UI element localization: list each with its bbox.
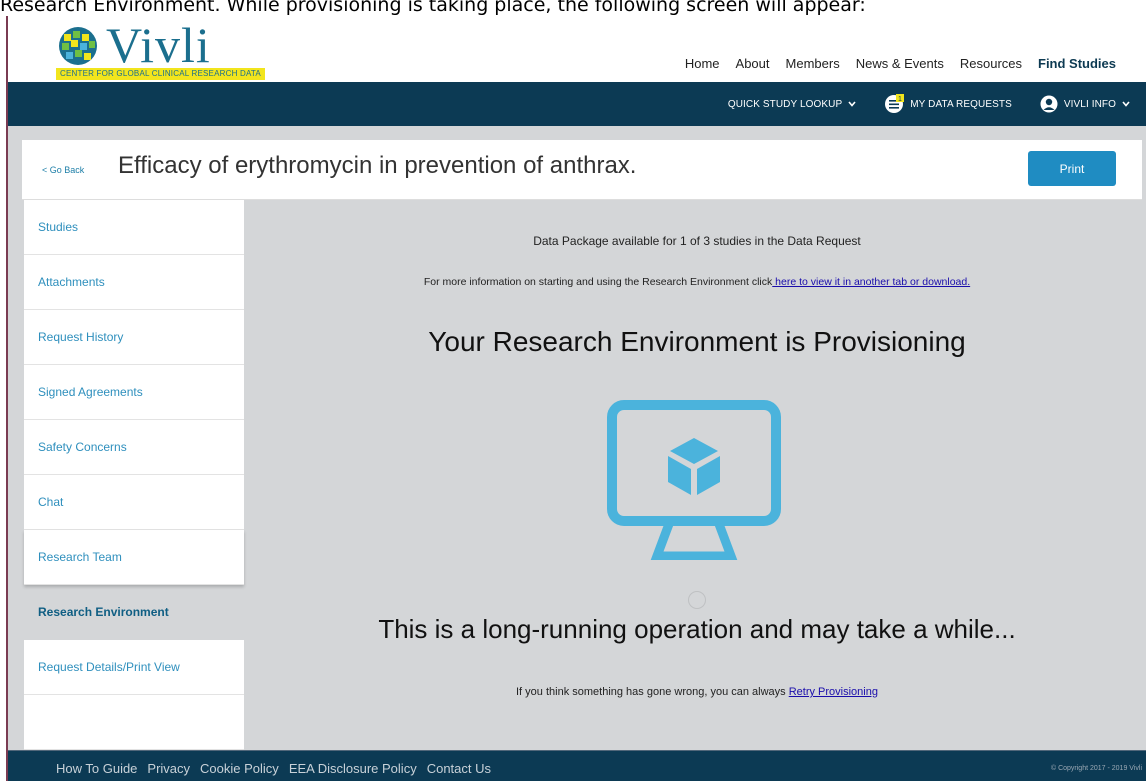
header: Vivli CENTER FOR GLOBAL CLINICAL RESEARC…: [8, 16, 1146, 82]
nav-about[interactable]: About: [736, 56, 770, 71]
footer-link-cookie-policy[interactable]: Cookie Policy: [200, 761, 279, 776]
sidebar-item-chat[interactable]: Chat: [24, 475, 244, 530]
retry-provisioning-link[interactable]: Retry Provisioning: [789, 686, 878, 698]
print-button[interactable]: Print: [1028, 151, 1116, 186]
data-package-availability: Data Package available for 1 of 3 studie…: [533, 234, 861, 248]
monitor-cube-icon: [607, 400, 781, 560]
footer: How To Guide Privacy Cookie Policy EEA D…: [8, 750, 1146, 781]
view-guide-link[interactable]: here to view it in another tab or downlo…: [772, 276, 970, 288]
request-sidebar: Studies Attachments Request History Sign…: [24, 200, 244, 750]
footer-link-how-to-guide[interactable]: How To Guide: [56, 761, 137, 776]
requests-badge: 1: [898, 96, 902, 103]
my-data-requests-label: MY DATA REQUESTS: [910, 98, 1012, 110]
document-caption: Research Environment. While provisioning…: [0, 0, 866, 16]
nav-home[interactable]: Home: [685, 56, 720, 71]
quick-lookup-label: QUICK STUDY LOOKUP: [727, 98, 843, 110]
sidebar-item-research-environment[interactable]: Research Environment: [24, 585, 244, 640]
logo-tagline: CENTER FOR GLOBAL CLINICAL RESEARCH DATA: [56, 68, 265, 80]
chevron-down-icon: [1122, 101, 1130, 107]
nav-resources[interactable]: Resources: [960, 56, 1022, 71]
data-requests-icon: 1: [885, 94, 905, 113]
user-avatar-icon: [1040, 95, 1058, 113]
request-title-bar: < Go Back Efficacy of erythromycin in pr…: [22, 140, 1142, 200]
retry-prompt: If you think something has gone wrong, y…: [246, 686, 1146, 698]
chevron-down-icon: [848, 101, 856, 107]
page-title: Efficacy of erythromycin in prevention o…: [118, 152, 637, 179]
sidebar-item-request-details[interactable]: Request Details/Print View: [24, 640, 244, 695]
info-text: For more information on starting and usi…: [423, 276, 773, 288]
long-running-notice: This is a long-running operation and may…: [378, 614, 1016, 644]
footer-link-privacy[interactable]: Privacy: [147, 761, 190, 776]
sidebar-item-attachments[interactable]: Attachments: [24, 255, 244, 310]
sidebar-item-studies[interactable]: Studies: [24, 200, 244, 255]
nav-news-events[interactable]: News & Events: [856, 56, 944, 71]
browser-viewport: Vivli CENTER FOR GLOBAL CLINICAL RESEARC…: [6, 16, 1146, 781]
nav-members[interactable]: Members: [786, 56, 840, 71]
copyright-notice: © Copyright 2017 - 2019 Vivli: [1050, 765, 1142, 772]
sidebar-item-safety-concerns[interactable]: Safety Concerns: [24, 420, 244, 475]
go-back-link[interactable]: < Go Back: [42, 165, 84, 175]
sidebar-item-signed-agreements[interactable]: Signed Agreements: [24, 365, 244, 420]
research-environment-panel: Data Package available for 1 of 3 studie…: [246, 200, 1146, 720]
globe-logo-icon: [59, 27, 97, 65]
quick-study-lookup-dropdown[interactable]: QUICK STUDY LOOKUP: [728, 99, 856, 110]
secondary-nav: QUICK STUDY LOOKUP 1 MY DATA REQUESTS VI…: [8, 82, 1146, 126]
user-menu-dropdown[interactable]: VIVLI INFO: [1040, 95, 1130, 113]
retry-text: If you think something has gone wrong, y…: [516, 686, 789, 698]
sidebar-item-research-team[interactable]: Research Team: [24, 530, 244, 585]
user-menu-label: VIVLI INFO: [1063, 98, 1116, 110]
top-nav: Home About Members News & Events Resourc…: [685, 56, 1116, 71]
sidebar-item-request-history[interactable]: Request History: [24, 310, 244, 365]
my-data-requests-link[interactable]: 1 MY DATA REQUESTS: [884, 94, 1012, 114]
footer-link-contact-us[interactable]: Contact Us: [427, 761, 491, 776]
footer-link-eea-disclosure[interactable]: EEA Disclosure Policy: [289, 761, 417, 776]
nav-find-studies[interactable]: Find Studies: [1038, 56, 1116, 71]
research-env-info: For more information on starting and usi…: [246, 276, 1146, 288]
logo-wordmark: Vivli: [106, 17, 211, 73]
loading-spinner: [688, 591, 706, 609]
sidebar-empty-slot: [24, 695, 244, 750]
provisioning-headline: Your Research Environment is Provisionin…: [428, 326, 966, 357]
vivli-logo[interactable]: Vivli CENTER FOR GLOBAL CLINICAL RESEARC…: [56, 18, 306, 80]
